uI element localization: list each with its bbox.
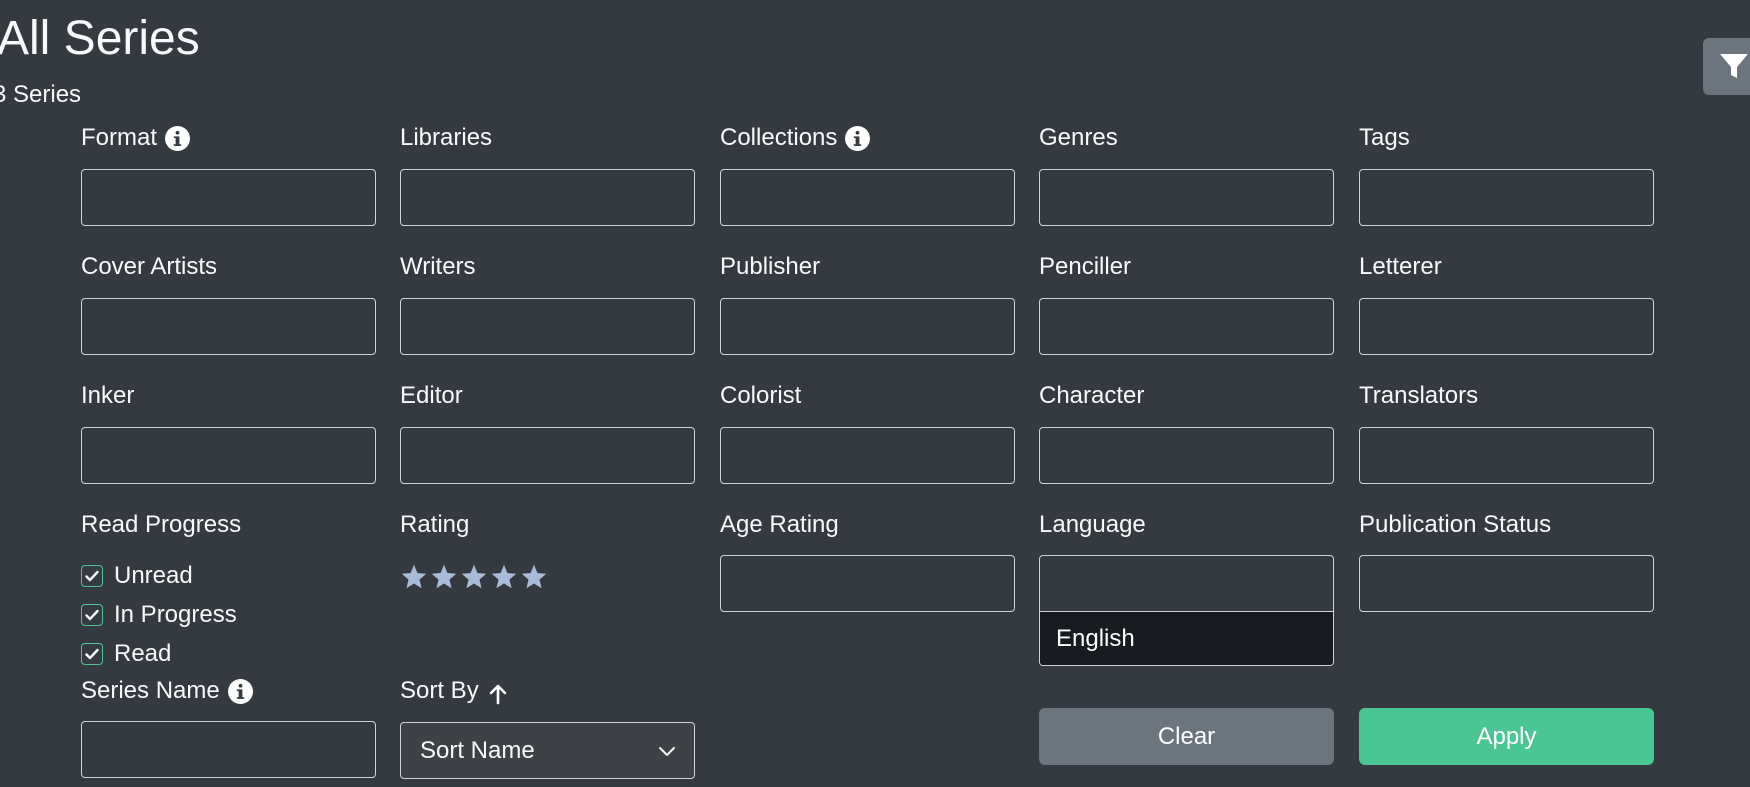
age-rating-label: Age Rating (720, 511, 839, 538)
filter-icon (1720, 53, 1748, 78)
translators-label: Translators (1359, 382, 1479, 409)
publication-status-label: Publication Status (1359, 511, 1552, 538)
tags-label: Tags (1359, 124, 1410, 151)
series-name-label: Series Name (81, 677, 253, 705)
checkbox-label: Unread (114, 562, 193, 589)
apply-button[interactable]: Apply (1359, 708, 1654, 765)
read-progress-label: Read Progress (81, 511, 242, 538)
sort-by-select[interactable]: Sort Name (400, 722, 695, 779)
colorist-label: Colorist (720, 382, 802, 409)
star-icon[interactable] (460, 563, 488, 591)
check-icon (85, 570, 99, 582)
checkbox-box[interactable] (81, 643, 103, 665)
star-icon[interactable] (490, 563, 518, 591)
libraries-label: Libraries (400, 124, 493, 151)
language-option-english[interactable]: English (1040, 612, 1333, 665)
sort-by-label-text: Sort By (400, 677, 479, 704)
checkbox-box[interactable] (81, 565, 103, 587)
checkbox-label: Read (114, 640, 172, 667)
rating-label: Rating (400, 511, 470, 538)
language-label: Language (1039, 511, 1146, 538)
letterer-label: Letterer (1359, 253, 1442, 280)
genres-label: Genres (1039, 124, 1118, 151)
collections-label-text: Collections (720, 124, 838, 151)
penciller-label: Penciller (1039, 253, 1132, 280)
series-name-input[interactable] (81, 721, 376, 778)
check-icon (85, 648, 99, 660)
translators-input[interactable] (1359, 427, 1654, 484)
writers-label: Writers (400, 253, 476, 280)
colorist-input[interactable] (720, 427, 1015, 484)
sort-by-selected: Sort Name (420, 736, 535, 764)
star-icon[interactable] (430, 563, 458, 591)
language-input[interactable] (1040, 556, 1333, 612)
character-input[interactable] (1039, 427, 1334, 484)
genres-input[interactable] (1039, 169, 1334, 226)
format-label-text: Format (81, 124, 158, 151)
arrow-up-icon[interactable] (487, 683, 509, 705)
cover-artists-label: Cover Artists (81, 253, 218, 280)
libraries-input[interactable] (400, 169, 695, 226)
star-icon[interactable] (400, 563, 428, 591)
star-icon[interactable] (520, 563, 548, 591)
writers-input[interactable] (400, 298, 695, 355)
check-icon (85, 609, 99, 621)
publisher-label: Publisher (720, 253, 821, 280)
publisher-input[interactable] (720, 298, 1015, 355)
checkbox-in-progress[interactable]: In Progress (81, 601, 237, 629)
series-name-label-text: Series Name (81, 677, 220, 704)
clear-button[interactable]: Clear (1039, 708, 1334, 765)
filter-toggle-button[interactable] (1703, 38, 1750, 95)
collections-input[interactable] (720, 169, 1015, 226)
publication-status-input[interactable] (1359, 555, 1654, 612)
format-input[interactable] (81, 169, 376, 226)
collections-label: Collections (720, 124, 871, 152)
checkbox-box[interactable] (81, 604, 103, 626)
series-filter-page: All Series 3 Series Format Libraries Col… (0, 0, 1750, 787)
age-rating-input[interactable] (720, 555, 1015, 612)
info-icon[interactable] (165, 125, 191, 151)
inker-label: Inker (81, 382, 135, 409)
chevron-down-icon (659, 746, 675, 756)
info-icon[interactable] (227, 678, 253, 704)
letterer-input[interactable] (1359, 298, 1654, 355)
language-typeahead: English (1039, 555, 1334, 666)
sort-by-label: Sort By (400, 677, 509, 705)
checkbox-read[interactable]: Read (81, 640, 171, 668)
series-count: 3 Series (0, 81, 82, 108)
inker-input[interactable] (81, 427, 376, 484)
checkbox-unread[interactable]: Unread (81, 562, 193, 590)
editor-label: Editor (400, 382, 463, 409)
editor-input[interactable] (400, 427, 695, 484)
penciller-input[interactable] (1039, 298, 1334, 355)
info-icon[interactable] (845, 125, 871, 151)
page-title: All Series (0, 12, 200, 65)
checkbox-label: In Progress (114, 601, 237, 628)
format-label: Format (81, 124, 191, 152)
cover-artists-input[interactable] (81, 298, 376, 355)
character-label: Character (1039, 382, 1145, 409)
tags-input[interactable] (1359, 169, 1654, 226)
rating-stars (400, 563, 548, 591)
